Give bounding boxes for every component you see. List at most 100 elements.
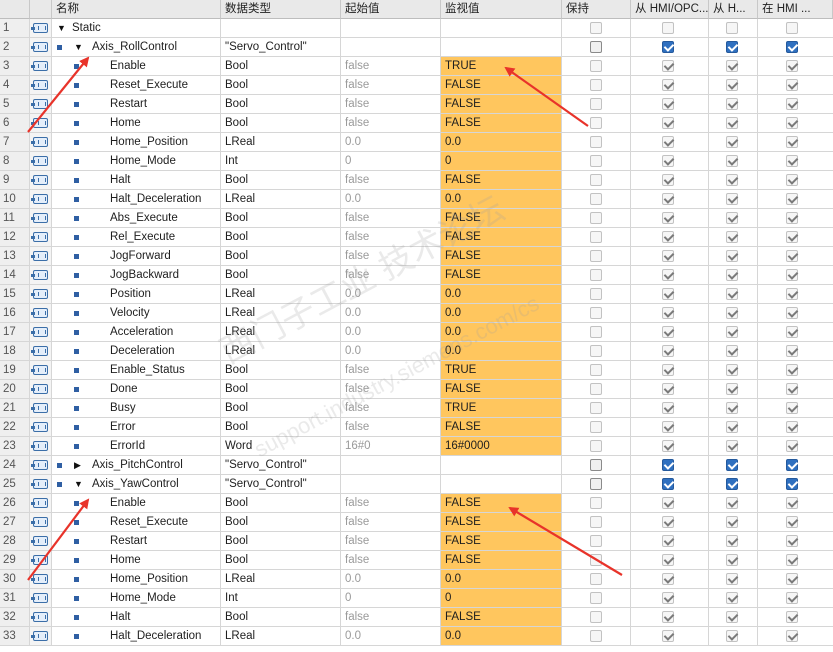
hmi-write-checkbox[interactable]	[726, 155, 738, 167]
hmi-visible-checkbox[interactable]	[786, 269, 798, 281]
hmi-write-checkbox[interactable]	[726, 573, 738, 585]
hmi-write-checkbox[interactable]	[726, 193, 738, 205]
row-type[interactable]: LReal	[221, 627, 341, 646]
row-name-cell[interactable]: Restart	[52, 532, 221, 551]
table-row[interactable]: 31 Home_Mode Int 0 0	[0, 589, 833, 608]
table-row[interactable]: 10 Halt_Deceleration LReal 0.0 0.0	[0, 190, 833, 209]
table-row[interactable]: 32 Halt Bool false FALSE	[0, 608, 833, 627]
collapse-triangle-icon[interactable]: ▼	[57, 19, 66, 37]
row-name-cell[interactable]: ▶ Axis_PitchControl	[52, 456, 221, 475]
header-hmi-access[interactable]: 从 HMI/OPC...	[631, 0, 709, 19]
retain-checkbox[interactable]	[590, 497, 602, 509]
table-row[interactable]: 14 JogBackward Bool false FALSE	[0, 266, 833, 285]
row-start-value[interactable]: false	[341, 247, 441, 266]
hmi-visible-checkbox[interactable]	[786, 79, 798, 91]
hmi-visible-checkbox[interactable]	[786, 364, 798, 376]
row-type[interactable]	[221, 19, 341, 38]
retain-checkbox[interactable]	[590, 535, 602, 547]
row-start-value[interactable]: false	[341, 551, 441, 570]
table-row[interactable]: 26 Enable Bool false FALSE	[0, 494, 833, 513]
hmi-access-checkbox[interactable]	[662, 383, 674, 395]
hmi-write-checkbox[interactable]	[726, 497, 738, 509]
table-row[interactable]: 6 Home Bool false FALSE	[0, 114, 833, 133]
table-row[interactable]: 25 ▼ Axis_YawControl "Servo_Control"	[0, 475, 833, 494]
hmi-access-checkbox[interactable]	[662, 193, 674, 205]
hmi-visible-checkbox[interactable]	[786, 231, 798, 243]
hmi-access-checkbox[interactable]	[662, 611, 674, 623]
hmi-access-checkbox[interactable]	[662, 79, 674, 91]
retain-checkbox[interactable]	[590, 117, 602, 129]
hmi-access-checkbox[interactable]	[662, 573, 674, 585]
row-name-cell[interactable]: Halt	[52, 608, 221, 627]
retain-checkbox[interactable]	[590, 193, 602, 205]
retain-checkbox[interactable]	[590, 364, 602, 376]
row-start-value[interactable]: 0.0	[341, 133, 441, 152]
collapse-triangle-icon[interactable]: ▼	[74, 475, 83, 493]
hmi-visible-checkbox[interactable]	[786, 22, 798, 34]
hmi-visible-checkbox[interactable]	[786, 554, 798, 566]
row-start-value[interactable]: false	[341, 209, 441, 228]
retain-checkbox[interactable]	[590, 41, 602, 53]
hmi-access-checkbox[interactable]	[662, 478, 674, 490]
hmi-access-checkbox[interactable]	[662, 459, 674, 471]
hmi-visible-checkbox[interactable]	[786, 60, 798, 72]
row-name-cell[interactable]: Halt_Deceleration	[52, 190, 221, 209]
retain-checkbox[interactable]	[590, 79, 602, 91]
table-row[interactable]: 24 ▶ Axis_PitchControl "Servo_Control"	[0, 456, 833, 475]
table-row[interactable]: 3 Enable Bool false TRUE	[0, 57, 833, 76]
retain-checkbox[interactable]	[590, 459, 602, 471]
hmi-write-checkbox[interactable]	[726, 117, 738, 129]
row-name-cell[interactable]: Home_Position	[52, 570, 221, 589]
row-name-cell[interactable]: Enable_Status	[52, 361, 221, 380]
hmi-write-checkbox[interactable]	[726, 554, 738, 566]
hmi-visible-checkbox[interactable]	[786, 307, 798, 319]
hmi-write-checkbox[interactable]	[726, 592, 738, 604]
hmi-write-checkbox[interactable]	[726, 288, 738, 300]
header-type[interactable]: 数据类型	[221, 0, 341, 19]
collapse-triangle-icon[interactable]: ▼	[74, 38, 83, 56]
hmi-visible-checkbox[interactable]	[786, 592, 798, 604]
hmi-visible-checkbox[interactable]	[786, 478, 798, 490]
row-name-cell[interactable]: Home	[52, 551, 221, 570]
table-row[interactable]: 19 Enable_Status Bool false TRUE	[0, 361, 833, 380]
hmi-access-checkbox[interactable]	[662, 212, 674, 224]
retain-checkbox[interactable]	[590, 592, 602, 604]
hmi-write-checkbox[interactable]	[726, 212, 738, 224]
table-row[interactable]: 4 Reset_Execute Bool false FALSE	[0, 76, 833, 95]
row-type[interactable]: Bool	[221, 361, 341, 380]
row-start-value[interactable]: 0.0	[341, 323, 441, 342]
hmi-write-checkbox[interactable]	[726, 60, 738, 72]
hmi-visible-checkbox[interactable]	[786, 345, 798, 357]
hmi-write-checkbox[interactable]	[726, 22, 738, 34]
row-start-value[interactable]: 0.0	[341, 342, 441, 361]
row-type[interactable]: "Servo_Control"	[221, 38, 341, 57]
retain-checkbox[interactable]	[590, 269, 602, 281]
hmi-visible-checkbox[interactable]	[786, 155, 798, 167]
row-name-cell[interactable]: ▼ Axis_RollControl	[52, 38, 221, 57]
row-start-value[interactable]: 0.0	[341, 190, 441, 209]
retain-checkbox[interactable]	[590, 630, 602, 642]
row-type[interactable]: Bool	[221, 171, 341, 190]
row-type[interactable]: Int	[221, 152, 341, 171]
hmi-write-checkbox[interactable]	[726, 383, 738, 395]
hmi-access-checkbox[interactable]	[662, 516, 674, 528]
expand-triangle-icon[interactable]: ▶	[74, 456, 81, 474]
retain-checkbox[interactable]	[590, 478, 602, 490]
row-name-cell[interactable]: Restart	[52, 95, 221, 114]
hmi-access-checkbox[interactable]	[662, 630, 674, 642]
table-row[interactable]: 1 ▼ Static	[0, 19, 833, 38]
row-start-value[interactable]	[341, 38, 441, 57]
hmi-access-checkbox[interactable]	[662, 497, 674, 509]
hmi-visible-checkbox[interactable]	[786, 421, 798, 433]
hmi-write-checkbox[interactable]	[726, 440, 738, 452]
row-start-value[interactable]: 0.0	[341, 285, 441, 304]
row-type[interactable]: Bool	[221, 532, 341, 551]
row-name-cell[interactable]: Error	[52, 418, 221, 437]
row-name-cell[interactable]: Acceleration	[52, 323, 221, 342]
hmi-visible-checkbox[interactable]	[786, 459, 798, 471]
row-type[interactable]: LReal	[221, 304, 341, 323]
hmi-write-checkbox[interactable]	[726, 516, 738, 528]
hmi-visible-checkbox[interactable]	[786, 117, 798, 129]
row-type[interactable]: Bool	[221, 57, 341, 76]
row-start-value[interactable]: 0.0	[341, 570, 441, 589]
